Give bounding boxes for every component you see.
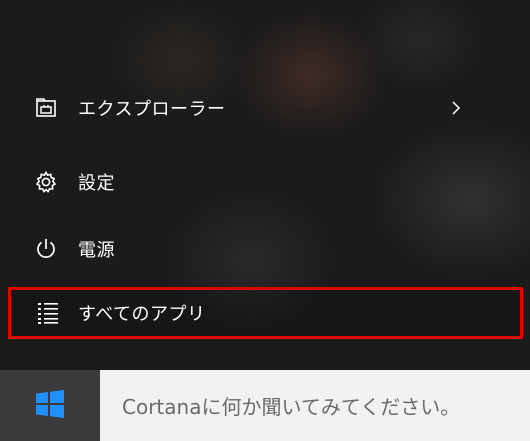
start-menu: エクスプローラー 設定 電源 すべてのアプリ [0, 0, 530, 370]
search-placeholder: Cortanaに何か聞いてみてください。 [122, 395, 461, 419]
start-menu-item-label: すべてのアプリ [78, 304, 206, 325]
cortana-search-box[interactable]: Cortanaに何か聞いてみてください。 [100, 370, 530, 441]
gear-icon [34, 170, 58, 194]
screen: エクスプローラー 設定 電源 すべてのアプリ Cortanaに何か聞いてみてくだ… [0, 0, 530, 441]
power-icon [34, 237, 58, 261]
file-explorer-icon [34, 96, 58, 120]
start-button[interactable] [0, 370, 100, 441]
start-menu-item-label: 電源 [78, 240, 115, 261]
windows-logo-icon [35, 389, 65, 423]
start-menu-item-power[interactable]: 電源 [0, 218, 530, 280]
chevron-right-icon[interactable] [448, 100, 464, 116]
start-menu-item-explorer[interactable]: エクスプローラー [0, 77, 530, 139]
taskbar: Cortanaに何か聞いてみてください。 [0, 370, 530, 441]
all-apps-list-icon [36, 301, 60, 325]
start-menu-item-settings[interactable]: 設定 [0, 151, 530, 213]
start-menu-item-all-apps[interactable]: すべてのアプリ [8, 287, 523, 339]
start-menu-item-label: エクスプローラー [78, 99, 226, 120]
start-menu-item-label: 設定 [78, 173, 115, 194]
